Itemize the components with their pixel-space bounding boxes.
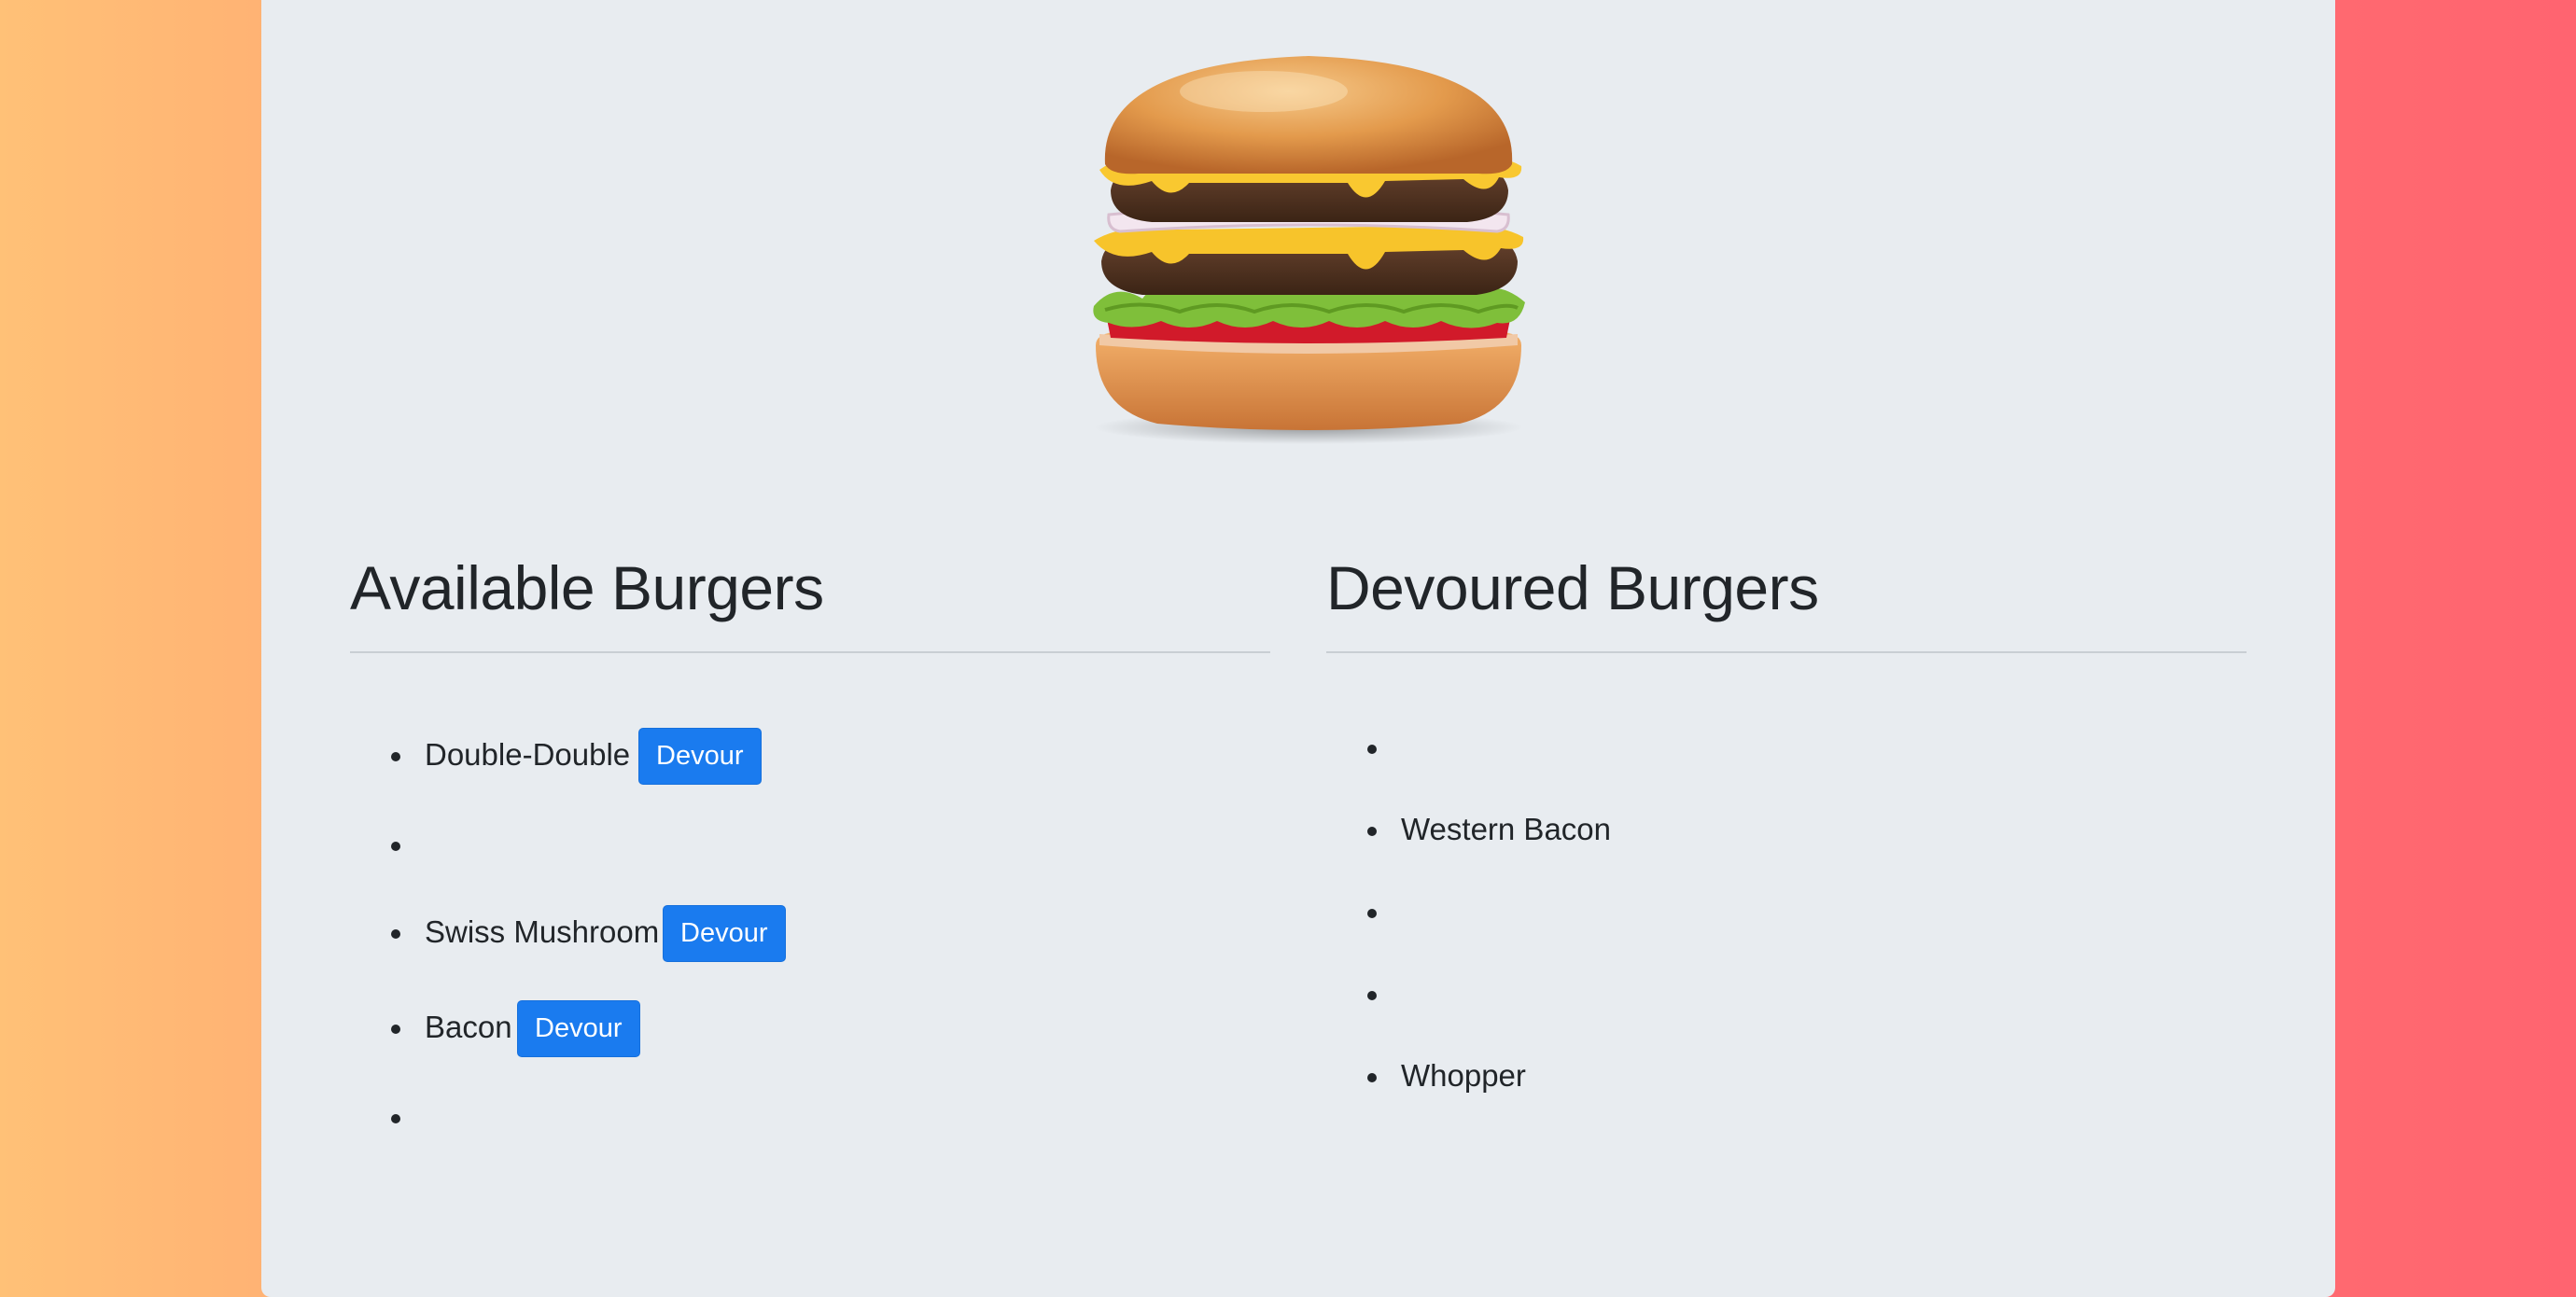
burger-image bbox=[1093, 56, 1525, 444]
bullet-icon bbox=[391, 1114, 400, 1123]
devoured-burgers-heading: Devoured Burgers bbox=[1326, 553, 1819, 622]
devour-button[interactable]: Devour bbox=[517, 1000, 640, 1057]
devoured-burgers-column: Devoured Burgers Western Bacon Whopper bbox=[1326, 551, 2247, 1093]
bullet-icon bbox=[1367, 745, 1377, 754]
bullet-icon bbox=[1367, 909, 1377, 918]
divider bbox=[350, 651, 1270, 653]
burger-name: Western Bacon bbox=[1401, 812, 1612, 846]
available-burgers-column: Available Burgers Double-Double Devour S… bbox=[350, 551, 1270, 1123]
devour-button[interactable]: Devour bbox=[638, 728, 762, 785]
bullet-icon bbox=[391, 1025, 400, 1034]
devour-button[interactable]: Devour bbox=[663, 905, 786, 962]
bullet-icon bbox=[391, 842, 400, 851]
burger-name: Whopper bbox=[1401, 1058, 1526, 1093]
burger-name: Swiss Mushroom bbox=[425, 914, 660, 949]
bullet-icon bbox=[391, 752, 400, 761]
bullet-icon bbox=[1367, 991, 1377, 1000]
burger-name: Double-Double bbox=[425, 737, 631, 772]
divider bbox=[1326, 651, 2247, 653]
burger-name: Bacon bbox=[425, 1010, 512, 1044]
bullet-icon bbox=[1367, 827, 1377, 836]
available-burgers-heading: Available Burgers bbox=[350, 553, 824, 622]
bullet-icon bbox=[391, 929, 400, 939]
main-panel: Available Burgers Double-Double Devour S… bbox=[261, 0, 2335, 1297]
bullet-icon bbox=[1367, 1073, 1377, 1082]
